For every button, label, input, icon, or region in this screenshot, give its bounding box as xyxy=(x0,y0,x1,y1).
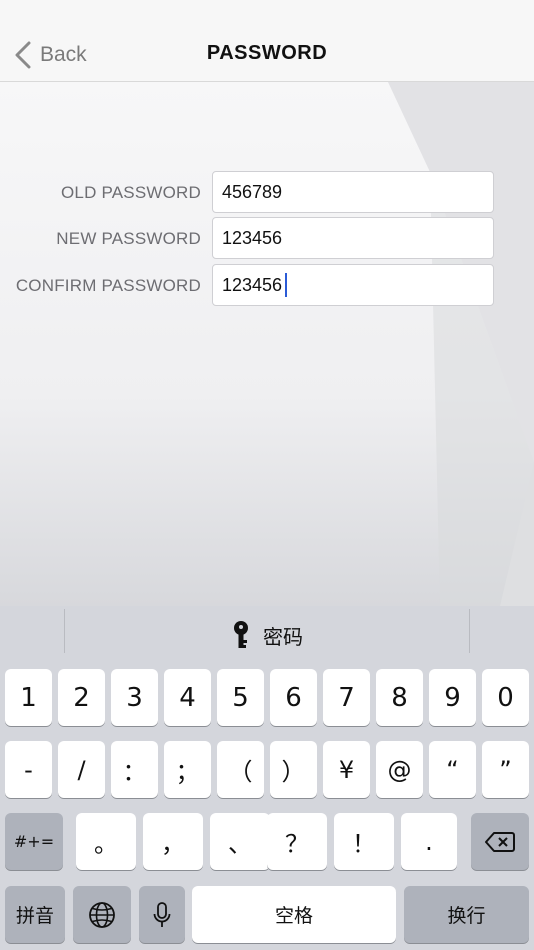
key-left-paren[interactable]: （ xyxy=(217,741,264,798)
keyboard: 密码 1 2 3 4 5 6 7 8 9 0 - / ： ； （ ） ¥ @ “… xyxy=(0,606,534,950)
key-slash[interactable]: / xyxy=(58,741,105,798)
key-7[interactable]: 7 xyxy=(323,669,370,726)
key-exclamation[interactable]: ！ xyxy=(334,813,394,870)
key-3[interactable]: 3 xyxy=(111,669,158,726)
password-form-area: OLD PASSWORD NEW PASSWORD CONFIRM PASSWO… xyxy=(0,82,534,606)
symbols-toggle-key[interactable]: #+= xyxy=(5,813,63,870)
pinyin-toggle-key[interactable]: 拼音 xyxy=(5,886,65,943)
text-caret xyxy=(285,273,287,297)
confirm-password-row: CONFIRM PASSWORD xyxy=(0,264,534,308)
dictation-key[interactable] xyxy=(139,886,185,943)
key-0[interactable]: 0 xyxy=(482,669,529,726)
microphone-icon xyxy=(153,901,171,927)
return-key[interactable]: 换行 xyxy=(404,886,529,943)
globe-key[interactable] xyxy=(73,886,131,943)
confirm-password-label: CONFIRM PASSWORD xyxy=(15,276,201,295)
key-1[interactable]: 1 xyxy=(5,669,52,726)
delete-key[interactable] xyxy=(471,813,529,870)
old-password-field[interactable] xyxy=(212,171,494,213)
backspace-icon xyxy=(485,831,515,852)
key-comma[interactable]: ， xyxy=(143,813,203,870)
key-question[interactable]: ？ xyxy=(267,813,327,870)
key-left-quote[interactable]: “ xyxy=(429,741,476,798)
page-title: PASSWORD xyxy=(206,42,328,64)
confirm-password-field[interactable] xyxy=(212,264,494,306)
navigation-bar: Back PASSWORD xyxy=(0,0,534,82)
key-period[interactable]: . xyxy=(401,813,457,870)
key-right-quote[interactable]: ” xyxy=(482,741,529,798)
old-password-row: OLD PASSWORD xyxy=(0,171,534,215)
key-semicolon[interactable]: ； xyxy=(164,741,211,798)
suggestion-bar: 密码 xyxy=(0,606,534,664)
suggestion-label: 密码 xyxy=(263,626,303,649)
key-4[interactable]: 4 xyxy=(164,669,211,726)
background-shading xyxy=(388,82,534,606)
key-at[interactable]: @ xyxy=(376,741,423,798)
key-5[interactable]: 5 xyxy=(217,669,264,726)
key-8[interactable]: 8 xyxy=(376,669,423,726)
globe-icon xyxy=(89,901,115,928)
key-colon[interactable]: ： xyxy=(111,741,158,798)
password-suggestion[interactable]: 密码 xyxy=(0,620,534,650)
new-password-label: NEW PASSWORD xyxy=(56,229,201,248)
key-enumeration-comma[interactable]: 、 xyxy=(210,813,270,870)
key-hyphen[interactable]: - xyxy=(5,741,52,798)
key-yen[interactable]: ¥ xyxy=(323,741,370,798)
new-password-row: NEW PASSWORD xyxy=(0,217,534,261)
key-9[interactable]: 9 xyxy=(429,669,476,726)
space-key[interactable]: 空格 xyxy=(192,886,396,943)
key-right-paren[interactable]: ） xyxy=(270,741,317,798)
key-full-stop[interactable]: 。 xyxy=(76,813,136,870)
old-password-label: OLD PASSWORD xyxy=(61,183,201,202)
key-6[interactable]: 6 xyxy=(270,669,317,726)
key-2[interactable]: 2 xyxy=(58,669,105,726)
key-icon xyxy=(234,621,248,648)
new-password-field[interactable] xyxy=(212,217,494,259)
